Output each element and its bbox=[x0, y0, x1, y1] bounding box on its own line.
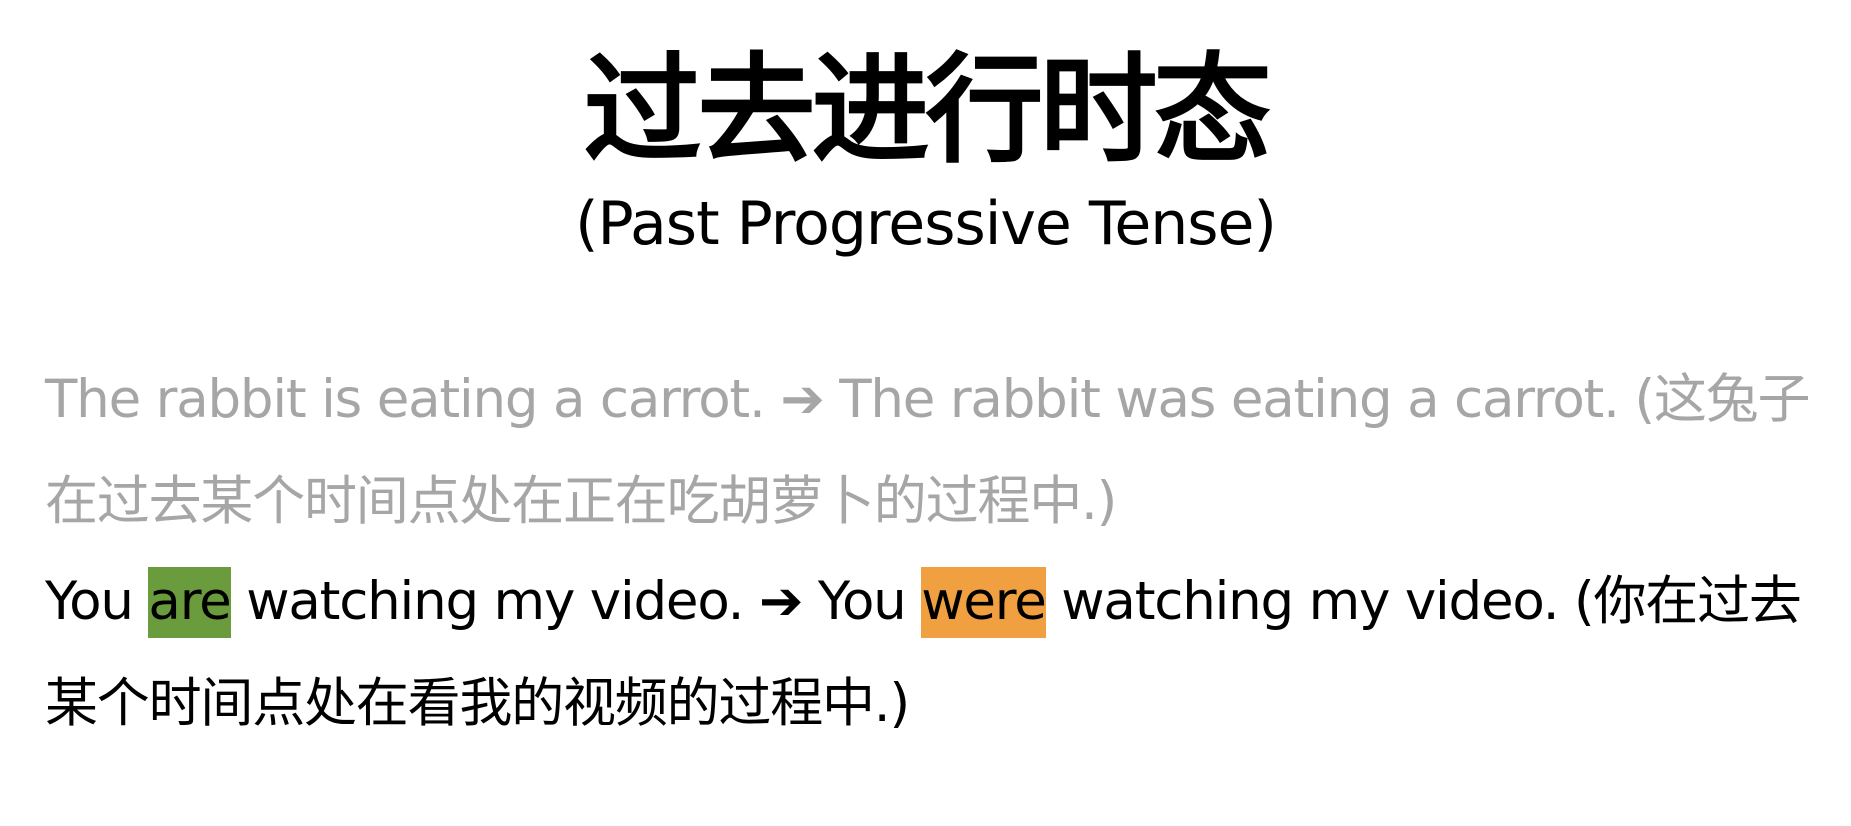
example-present-sentence: The rabbit is eating a carrot. bbox=[45, 369, 766, 430]
slide: 过去进行时态 (Past Progressive Tense) The rabb… bbox=[0, 0, 1851, 826]
page-subtitle: (Past Progressive Tense) bbox=[575, 189, 1277, 259]
example-present-lead: You bbox=[45, 571, 134, 632]
example-sentence-faded: The rabbit is eating a carrot. ➔ The rab… bbox=[45, 349, 1835, 553]
highlight-present-verb: are bbox=[148, 567, 232, 638]
example-present-rest: watching my video. bbox=[246, 571, 744, 632]
example-past-lead: You bbox=[817, 571, 907, 632]
example-past-sentence: The rabbit was eating a carrot. bbox=[839, 369, 1620, 430]
right-arrow-icon: ➔ bbox=[758, 571, 803, 632]
page-title: 过去进行时态 bbox=[583, 40, 1271, 179]
example-sentence-active: You are watching my video. ➔ You were wa… bbox=[45, 551, 1835, 755]
right-arrow-icon: ➔ bbox=[780, 369, 824, 430]
highlight-past-verb: were bbox=[921, 567, 1047, 638]
example-past-rest: watching my video. bbox=[1061, 571, 1559, 632]
